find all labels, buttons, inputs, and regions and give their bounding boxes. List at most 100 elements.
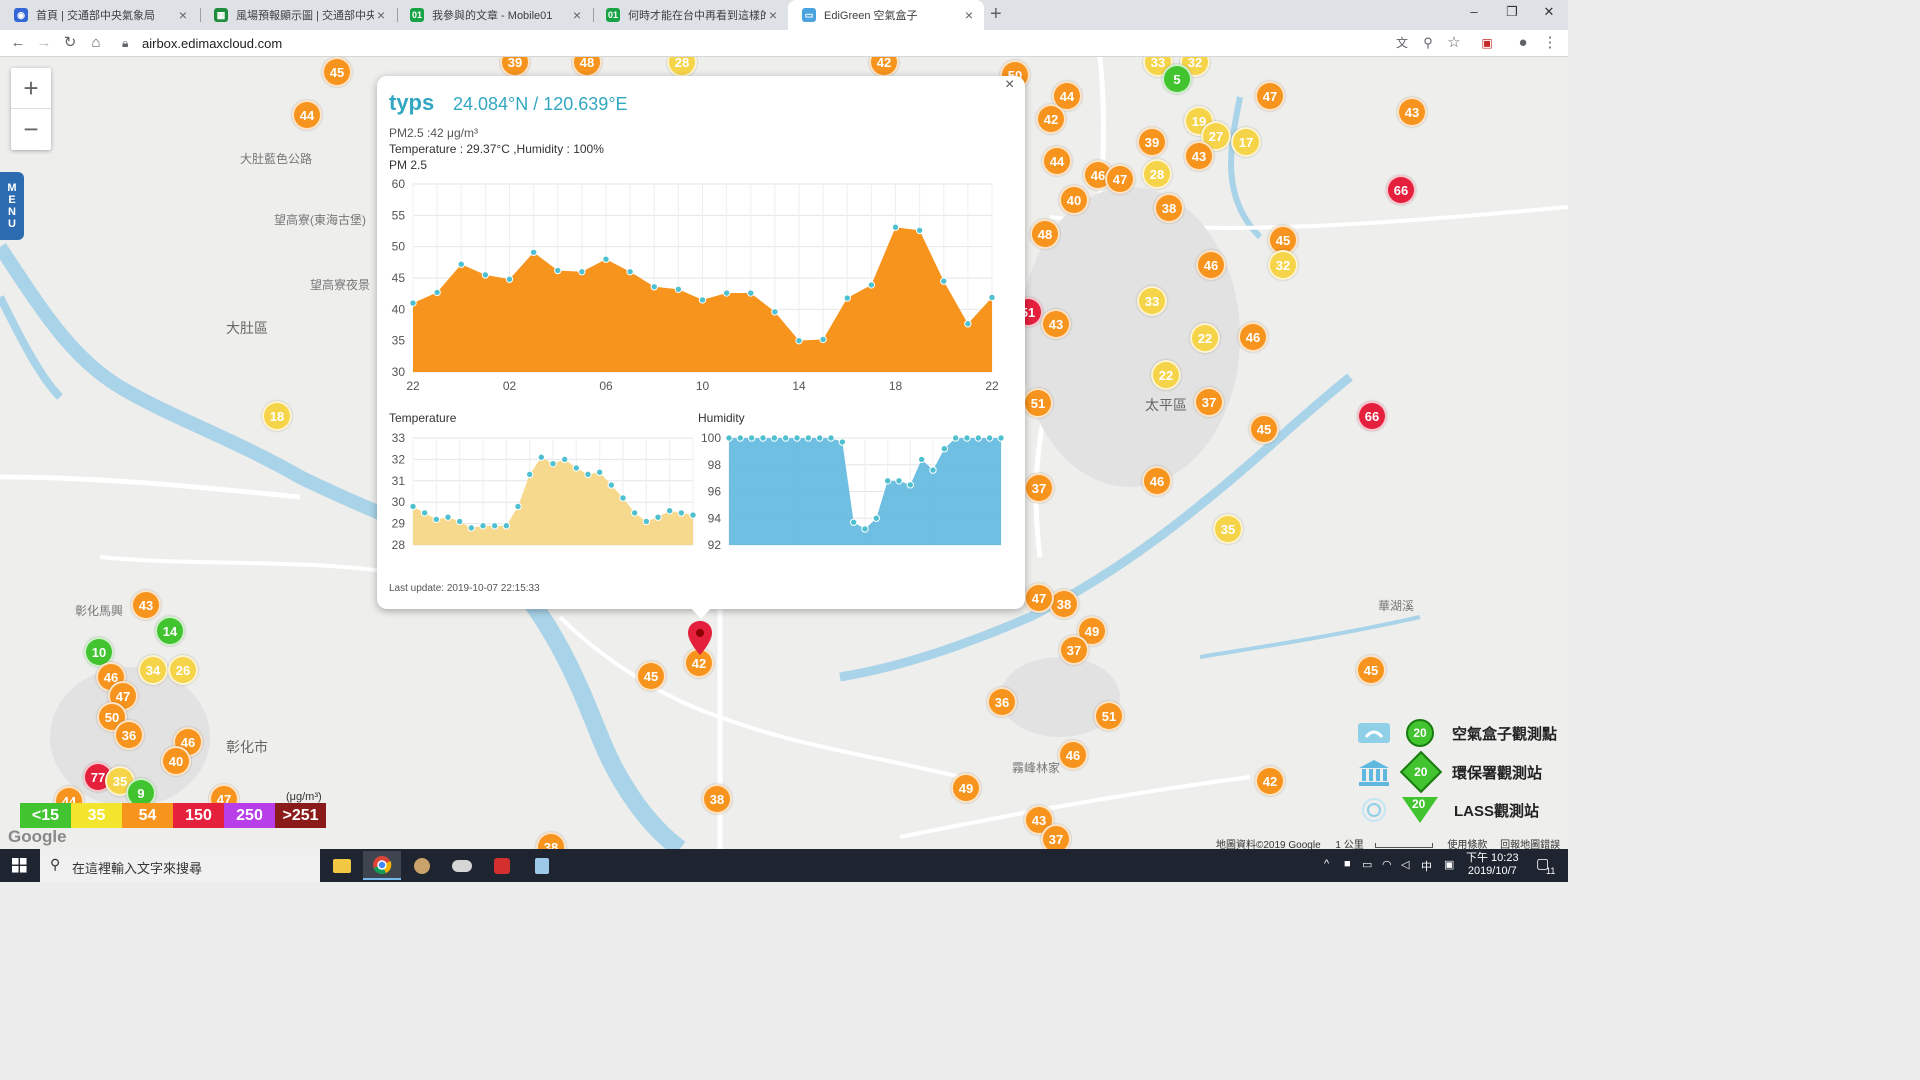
sensor-marker[interactable]: 39 [1137,127,1167,157]
sensor-marker[interactable]: 37 [1059,635,1089,665]
input-icon[interactable]: ▣ [1444,858,1454,871]
forward-icon[interactable]: → [34,33,54,53]
sensor-marker[interactable]: 22 [1151,360,1181,390]
volume-icon[interactable]: ◁ [1401,858,1409,871]
sensor-marker[interactable]: 44 [1042,146,1072,176]
sensor-marker[interactable]: 46 [1196,250,1226,280]
close-window-button[interactable]: ✕ [1530,0,1568,26]
sensor-marker[interactable]: 14 [155,616,185,646]
tab-close-icon[interactable]: × [962,7,976,23]
browser-tab[interactable]: 01 我參與的文章 - Mobile01 × [396,0,592,30]
minimize-button[interactable]: – [1455,0,1493,26]
back-icon[interactable]: ← [8,33,28,53]
translate-icon[interactable]: 文 [1392,33,1412,53]
zoom-out-button[interactable]: − [11,109,51,150]
selected-location-pin-icon[interactable] [687,620,713,656]
sensor-marker[interactable]: 32 [1268,250,1298,280]
sensor-marker[interactable]: 51 [1094,701,1124,731]
maximize-button[interactable]: ❐ [1493,0,1531,26]
sensor-marker[interactable]: 45 [1249,414,1279,444]
windows-start-icon[interactable] [12,858,27,873]
sensor-marker[interactable]: 43 [131,590,161,620]
battery-icon[interactable]: ▭ [1362,858,1372,871]
sensor-marker[interactable]: 38 [702,784,732,814]
app-icon[interactable] [403,851,441,880]
sensor-marker[interactable]: 33 [1137,286,1167,316]
taskbar-search[interactable]: ⚲ 在這裡輸入文字來搜尋 [40,849,320,882]
ime-indicator[interactable]: 中 [1421,858,1432,874]
menu-toggle-button[interactable]: MENU [0,172,24,240]
browser-tab[interactable]: ◉ 首頁 | 交通部中央氣象局 × [0,0,198,30]
sensor-marker[interactable]: 43 [1397,97,1427,127]
tab-close-icon[interactable]: × [176,7,190,23]
sensor-marker[interactable]: 42 [1255,766,1285,796]
sensor-marker[interactable]: 36 [114,720,144,750]
popup-close-button[interactable]: × [1005,76,1014,94]
tab-close-icon[interactable]: × [374,7,388,23]
sensor-marker[interactable]: 37 [1041,824,1071,849]
browser-tab[interactable]: ▦ 風場預報顯示圖 | 交通部中央氣象 × [200,0,396,30]
sensor-marker[interactable]: 35 [1213,514,1243,544]
sensor-marker[interactable]: 17 [1231,127,1261,157]
report-error-link[interactable]: 回報地圖錯誤 [1500,840,1560,849]
sensor-marker[interactable]: 46 [1142,466,1172,496]
data-point [725,434,733,442]
profile-icon[interactable]: ● [1513,33,1533,53]
home-icon[interactable]: ⌂ [86,33,106,53]
menu-dots-icon[interactable]: ⋮ [1540,33,1560,53]
reload-icon[interactable]: ↻ [60,33,80,53]
sensor-marker[interactable]: 43 [1041,309,1071,339]
sensor-marker[interactable]: 43 [1184,141,1214,171]
browser-tab-active[interactable]: ▭ EdiGreen 空氣盒子 × [788,0,984,30]
taskbar-clock[interactable]: 下午 10:23 2019/10/7 [1466,852,1519,878]
sensor-marker[interactable]: 26 [168,655,198,685]
sensor-marker[interactable]: 37 [1024,473,1054,503]
tray-app-icon[interactable]: ■ [1344,858,1351,870]
sensor-marker[interactable]: 47 [1105,164,1135,194]
map-canvas[interactable]: 大肚藍色公路 望高寮(東海古堡) 望高寮夜景 大肚區 彰化市 太平區 彰化馬興 … [0,57,1568,849]
sensor-marker[interactable]: 18 [262,401,292,431]
sensor-marker[interactable]: 66 [1386,175,1416,205]
sensor-marker[interactable]: 45 [636,661,666,691]
sensor-marker[interactable]: 40 [1059,185,1089,215]
app-icon[interactable] [483,851,521,880]
data-point [626,268,634,276]
sensor-marker[interactable]: 48 [1030,219,1060,249]
zoom-icon[interactable]: ⚲ [1418,33,1438,53]
sensor-marker[interactable]: 40 [161,746,191,776]
tab-close-icon[interactable]: × [570,7,584,23]
extension-icon[interactable]: ▣ [1477,33,1497,53]
humidity-chart: 100 98 96 94 92 [701,431,1005,552]
sensor-marker[interactable]: 66 [1357,401,1387,431]
sensor-marker[interactable]: 51 [1023,388,1053,418]
new-tab-button[interactable]: + [990,3,1002,26]
zoom-in-button[interactable]: + [11,68,51,109]
sensor-marker[interactable]: 37 [1194,387,1224,417]
tab-close-icon[interactable]: × [766,7,780,23]
sensor-marker[interactable]: 34 [138,655,168,685]
sensor-marker[interactable]: 46 [1058,740,1088,770]
sensor-marker[interactable]: 5 [1162,64,1192,94]
browser-tab[interactable]: 01 何時才能在台中再看到這樣的藍天 × [592,0,788,30]
tray-chevron-icon[interactable]: ^ [1324,858,1329,870]
sensor-marker[interactable]: 47 [1024,583,1054,613]
sensor-marker[interactable]: 45 [322,57,352,87]
sensor-marker[interactable]: 49 [951,773,981,803]
file-explorer-icon[interactable] [323,851,361,880]
terms-link[interactable]: 使用條款 [1447,840,1487,849]
chrome-icon[interactable] [363,851,401,880]
sensor-marker[interactable]: 22 [1190,323,1220,353]
sensor-marker[interactable]: 42 [1036,104,1066,134]
sensor-marker[interactable]: 45 [1356,655,1386,685]
sensor-marker[interactable]: 47 [1255,81,1285,111]
sensor-marker[interactable]: 36 [987,687,1017,717]
bookmark-star-icon[interactable]: ☆ [1444,33,1464,53]
app-icon[interactable] [523,851,561,880]
sensor-marker[interactable]: 46 [1238,322,1268,352]
wifi-icon[interactable]: ◠ [1382,858,1392,871]
address-bar[interactable]: 🔒︎ airbox.edimaxcloud.com [112,32,1472,55]
app-icon[interactable] [443,851,481,880]
sensor-marker[interactable]: 44 [292,100,322,130]
sensor-marker[interactable]: 28 [1142,159,1172,189]
sensor-marker[interactable]: 38 [1154,193,1184,223]
